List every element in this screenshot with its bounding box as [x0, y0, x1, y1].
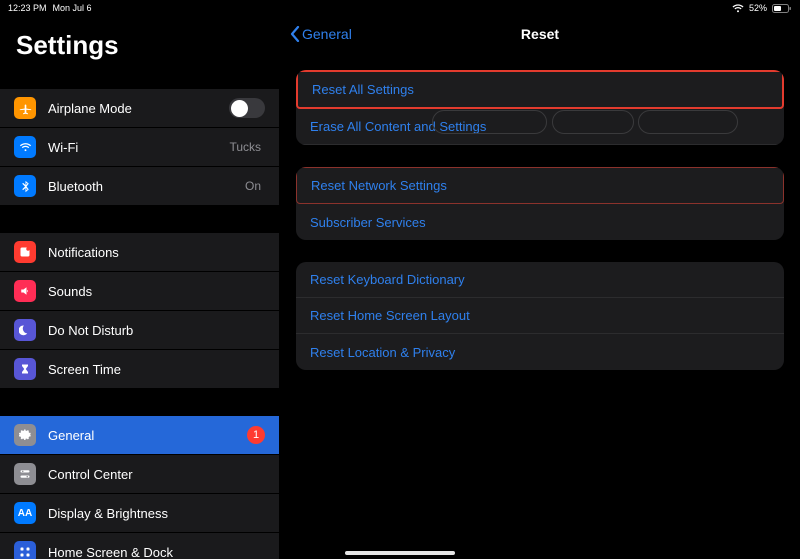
switches-icon [14, 463, 36, 485]
gear-icon [14, 424, 36, 446]
nav-bar: General Reset [280, 16, 800, 52]
reset-keyboard-dictionary[interactable]: Reset Keyboard Dictionary [296, 262, 784, 298]
status-bar: 12:23 PM Mon Jul 6 52% [0, 0, 800, 16]
bluetooth-value: On [245, 179, 261, 193]
sidebar-group-connectivity: Airplane Mode Wi-Fi Tucks Bluetooth On [0, 89, 279, 205]
text-size-icon: AA [14, 502, 36, 524]
reset-network-settings[interactable]: Reset Network Settings [296, 167, 784, 204]
page-title: Settings [0, 16, 279, 71]
sidebar-item-label: Display & Brightness [48, 506, 265, 521]
sidebar-item-label: Screen Time [48, 362, 265, 377]
hourglass-icon [14, 358, 36, 380]
decorative-pill [552, 110, 634, 134]
sidebar-item-label: Do Not Disturb [48, 323, 265, 338]
sidebar-item-airplane[interactable]: Airplane Mode [0, 89, 279, 128]
wifi-icon [732, 4, 744, 13]
settings-sidebar: Settings Airplane Mode Wi-Fi Tucks [0, 16, 280, 559]
notifications-icon [14, 241, 36, 263]
sidebar-item-general[interactable]: General 1 [0, 416, 279, 455]
reset-group-2: Reset Network Settings Subscriber Servic… [296, 167, 784, 240]
sidebar-group-general: General 1 Control Center AA Display & Br… [0, 416, 279, 559]
grid-icon [14, 541, 36, 559]
sidebar-item-label: Notifications [48, 245, 265, 260]
reset-all-settings[interactable]: Reset All Settings [296, 70, 784, 109]
back-label: General [302, 26, 352, 42]
status-time: 12:23 PM [8, 3, 47, 13]
sidebar-item-control-center[interactable]: Control Center [0, 455, 279, 494]
bluetooth-icon [14, 175, 36, 197]
decorative-pill [432, 110, 547, 134]
sidebar-item-dnd[interactable]: Do Not Disturb [0, 311, 279, 350]
sidebar-item-wifi[interactable]: Wi-Fi Tucks [0, 128, 279, 167]
sidebar-item-label: Sounds [48, 284, 265, 299]
sidebar-item-label: Airplane Mode [48, 101, 229, 116]
sidebar-item-homescreen[interactable]: Home Screen & Dock [0, 533, 279, 559]
sidebar-item-label: Wi-Fi [48, 140, 229, 155]
reset-location-privacy[interactable]: Reset Location & Privacy [296, 334, 784, 370]
airplane-icon [14, 97, 36, 119]
sidebar-item-screentime[interactable]: Screen Time [0, 350, 279, 388]
decorative-pill [638, 110, 738, 134]
nav-title: Reset [521, 26, 559, 42]
sidebar-item-notifications[interactable]: Notifications [0, 233, 279, 272]
sidebar-item-sounds[interactable]: Sounds [0, 272, 279, 311]
sidebar-group-alerts: Notifications Sounds Do Not Disturb [0, 233, 279, 388]
battery-icon [772, 4, 792, 13]
moon-icon [14, 319, 36, 341]
sidebar-item-label: Bluetooth [48, 179, 245, 194]
sidebar-item-display[interactable]: AA Display & Brightness [0, 494, 279, 533]
sounds-icon [14, 280, 36, 302]
wifi-icon [14, 136, 36, 158]
wifi-value: Tucks [229, 140, 261, 154]
chevron-left-icon [290, 26, 300, 42]
subscriber-services[interactable]: Subscriber Services [296, 204, 784, 240]
reset-home-screen-layout[interactable]: Reset Home Screen Layout [296, 298, 784, 334]
reset-group-3: Reset Keyboard Dictionary Reset Home Scr… [296, 262, 784, 370]
sidebar-item-label: Control Center [48, 467, 265, 482]
status-date: Mon Jul 6 [53, 3, 92, 13]
detail-pane: General Reset Reset All Settings Erase A… [280, 16, 800, 559]
home-indicator[interactable] [345, 551, 455, 555]
reset-group-1: Reset All Settings Erase All Content and… [296, 70, 784, 145]
notification-badge: 1 [247, 426, 265, 444]
sidebar-item-label: Home Screen & Dock [48, 545, 265, 559]
battery-percent: 52% [749, 3, 767, 13]
sidebar-item-bluetooth[interactable]: Bluetooth On [0, 167, 279, 205]
airplane-toggle[interactable] [229, 98, 265, 118]
back-button[interactable]: General [290, 26, 352, 42]
sidebar-item-label: General [48, 428, 247, 443]
